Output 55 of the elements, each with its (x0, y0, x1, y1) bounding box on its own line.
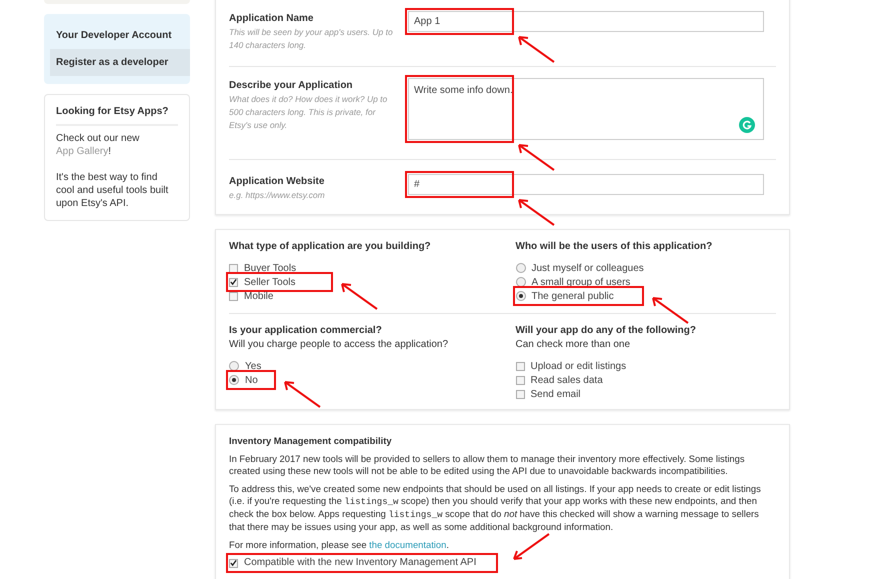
option-label: Upload or edit listings (530, 360, 626, 374)
checkbox[interactable] (516, 376, 524, 384)
promo-text: Check out our new App Gallery! (56, 132, 140, 158)
paragraph: For more information, please see the documentation. (229, 539, 449, 551)
question-title: Is your application commercial? (229, 324, 383, 338)
checkbox[interactable] (229, 278, 238, 286)
paragraph: To address this, we've created some new endpoints that should be used on all listings. If your app needs to create or edit listings (i.e. if you're requesting the listings_w scope) then you should verify that your app works with these new endpoints, and then check the box below. Apps requesting listings_w scope that do not have this checked will show a warning message to sellers that there may be issues using your app, as well as some additional background information. (229, 483, 762, 533)
question-subtitle: Can check more than one (516, 338, 632, 351)
radio-button[interactable] (516, 263, 526, 273)
checkbox[interactable] (516, 390, 524, 398)
annotation-arrow (339, 281, 379, 311)
annotation-arrow (282, 379, 322, 409)
annotation-arrow (516, 197, 556, 227)
checkbox[interactable] (229, 264, 238, 272)
field-label: Application Name (229, 12, 314, 26)
question-subtitle: Will you charge people to access the application? (229, 338, 450, 351)
checkbox[interactable] (229, 558, 238, 568)
option-label: Compatible with the new Inventory Management API (244, 557, 476, 569)
nav-item[interactable]: Register as a developer (50, 49, 190, 76)
option-label: Buyer Tools (244, 262, 296, 276)
question-title: What type of application are you building? (229, 240, 432, 254)
field-label: Application Website (229, 175, 326, 189)
option-label: No (245, 374, 258, 388)
question-title: Who will be the users of this application? (516, 240, 714, 254)
paragraph: In February 2017 new tools will be provided to sellers to allow them to manage their inventory more effectively. Some listings created using these new tools will not be able to be edited using the API due to unavoidable backwards incompatibilities. (229, 453, 746, 477)
field-label: Describe your Application (229, 79, 354, 93)
section-title: Inventory Management compatibility (229, 435, 393, 447)
nav-item[interactable]: Your Developer Account (50, 22, 190, 49)
option-label: Just myself or colleagues (532, 262, 644, 276)
radio-button[interactable] (229, 375, 239, 385)
option-label: Mobile (244, 290, 274, 304)
option-label: Read sales data (530, 374, 603, 388)
annotation-arrow (516, 34, 556, 64)
promo-text: It's the best way to find cool and useful tools built upon Etsy's API. (56, 171, 170, 210)
promo-title: Looking for Etsy Apps? (56, 105, 178, 126)
option-label: Seller Tools (244, 276, 296, 290)
field-hint: e.g. https://www.etsy.com (229, 189, 326, 202)
text-input[interactable]: # (408, 174, 764, 195)
text-input[interactable]: App 1 (408, 11, 764, 32)
radio-button[interactable] (229, 361, 239, 371)
check-icon (230, 559, 237, 567)
annotation-arrow (511, 532, 551, 562)
field-hint: What does it do? How does it work? Up to 500 characters long. This is private, for Etsy's use only. (229, 93, 388, 132)
field-hint: This will be seen by your app's users. Up to 140 characters long. (229, 26, 394, 52)
option-label: Send email (530, 388, 581, 402)
radio-button[interactable] (516, 277, 526, 287)
radio-button[interactable] (516, 291, 526, 301)
checkbox[interactable] (516, 362, 524, 370)
option-label: Yes (245, 360, 262, 374)
question-title: Will your app do any of the following? (516, 324, 697, 338)
annotation-arrow (516, 142, 556, 172)
check-icon (230, 278, 237, 286)
option-label: The general public (532, 290, 614, 304)
annotation-arrow (650, 295, 690, 325)
description-textarea[interactable]: Write some info down. (408, 78, 764, 140)
